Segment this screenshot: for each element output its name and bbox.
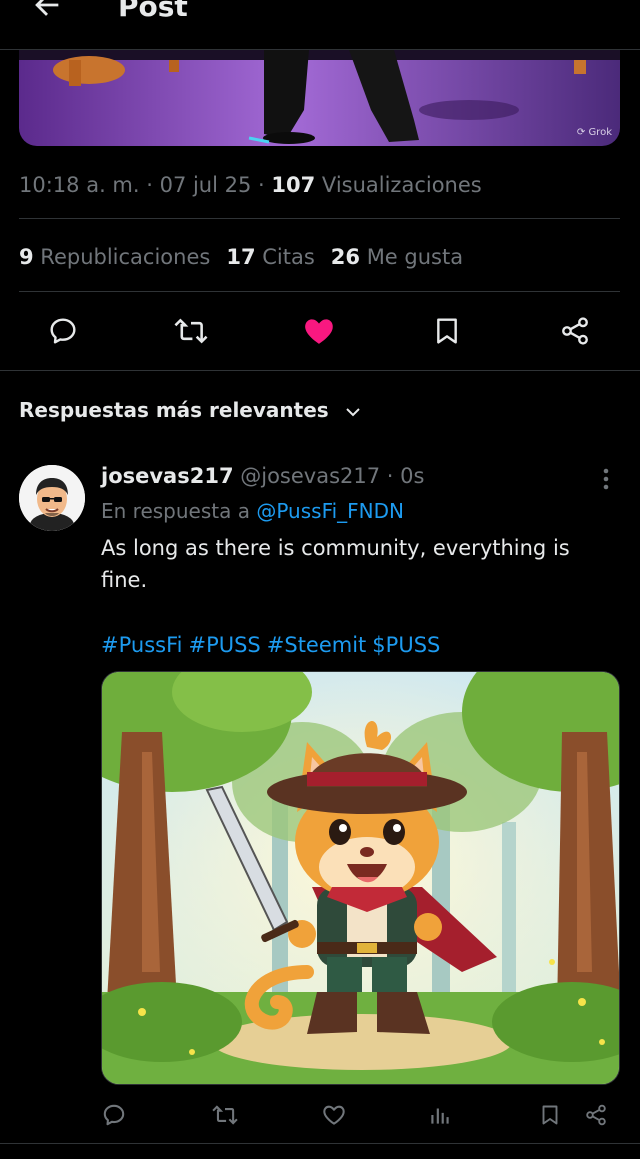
replies-sort-label: Respuestas más relevantes — [19, 398, 329, 422]
post-date: 07 jul 25 — [159, 173, 252, 197]
top-bar: Post — [0, 0, 640, 50]
reply-button[interactable] — [46, 314, 80, 348]
bookmark-icon — [542, 1105, 558, 1125]
divider — [19, 218, 620, 219]
reply-author-name[interactable]: josevas217 — [101, 464, 234, 488]
replying-to: En respuesta a @PussFi_FNDN — [101, 499, 404, 523]
divider — [0, 370, 640, 371]
reply-reply-button[interactable] — [100, 1101, 128, 1129]
reply-share-button[interactable] — [582, 1101, 610, 1129]
replies-sort-dropdown[interactable]: Respuestas más relevantes — [19, 395, 362, 425]
cashtag-link[interactable]: $PUSS — [372, 633, 440, 657]
quotes-stat[interactable]: 17 Citas — [226, 245, 314, 269]
heart-outline-icon — [323, 1105, 345, 1125]
reply-header: josevas217 @josevas217 · 0s — [101, 460, 424, 492]
chevron-down-icon — [345, 407, 360, 416]
post-stats: 9 Republicaciones 17 Citas 26 Me gusta — [19, 242, 463, 272]
share-button[interactable] — [558, 314, 592, 348]
reply-icon — [50, 318, 76, 344]
analytics-icon — [431, 1108, 449, 1124]
more-options-icon[interactable] — [596, 466, 616, 492]
reply-action-bar — [0, 1095, 640, 1135]
reply-hashtags: #PussFi #PUSS #Steemit $PUSS — [101, 629, 446, 661]
reply-bookmark-button[interactable] — [536, 1101, 564, 1129]
reply-text: As long as there is community, everythin… — [101, 536, 570, 592]
reply-views-button[interactable] — [426, 1101, 454, 1129]
hashtag-link[interactable]: #PUSS — [188, 633, 260, 657]
post-image[interactable]: ⟳ Grok — [19, 50, 620, 146]
views-count[interactable]: 107 — [271, 173, 315, 197]
like-button[interactable] — [302, 314, 336, 348]
repost-icon — [212, 1105, 238, 1125]
post-time: 10:18 a. m. — [19, 173, 140, 197]
reply-author-handle[interactable]: @josevas217 · 0s — [234, 464, 424, 488]
mention-link[interactable]: @PussFi_FNDN — [256, 499, 404, 523]
arrow-left-icon[interactable] — [30, 0, 64, 22]
repost-icon — [174, 318, 208, 344]
post-action-bar — [0, 306, 640, 356]
bookmark-icon — [437, 318, 457, 344]
watermark: ⟳ Grok — [576, 127, 612, 138]
heart-filled-icon — [305, 319, 333, 344]
hashtag-link[interactable]: #Steemit — [267, 633, 367, 657]
share-icon — [586, 1104, 606, 1126]
reply-icon — [103, 1104, 125, 1126]
reply-like-button[interactable] — [320, 1101, 348, 1129]
repost-button[interactable] — [174, 314, 208, 348]
hashtag-link[interactable]: #PussFi — [101, 633, 182, 657]
reposts-stat[interactable]: 9 Republicaciones — [19, 245, 210, 269]
likes-stat[interactable]: 26 Me gusta — [331, 245, 463, 269]
divider — [0, 1143, 640, 1144]
divider — [19, 291, 620, 292]
reply-repost-button[interactable] — [211, 1101, 239, 1129]
bookmark-button[interactable] — [430, 314, 464, 348]
views-label[interactable]: Visualizaciones — [315, 173, 482, 197]
avatar[interactable] — [19, 465, 85, 531]
post-meta: 10:18 a. m. · 07 jul 25 · 107 Visualizac… — [19, 173, 482, 197]
share-icon — [562, 317, 588, 345]
reply-image[interactable] — [101, 671, 620, 1085]
page-title: Post — [118, 0, 188, 23]
